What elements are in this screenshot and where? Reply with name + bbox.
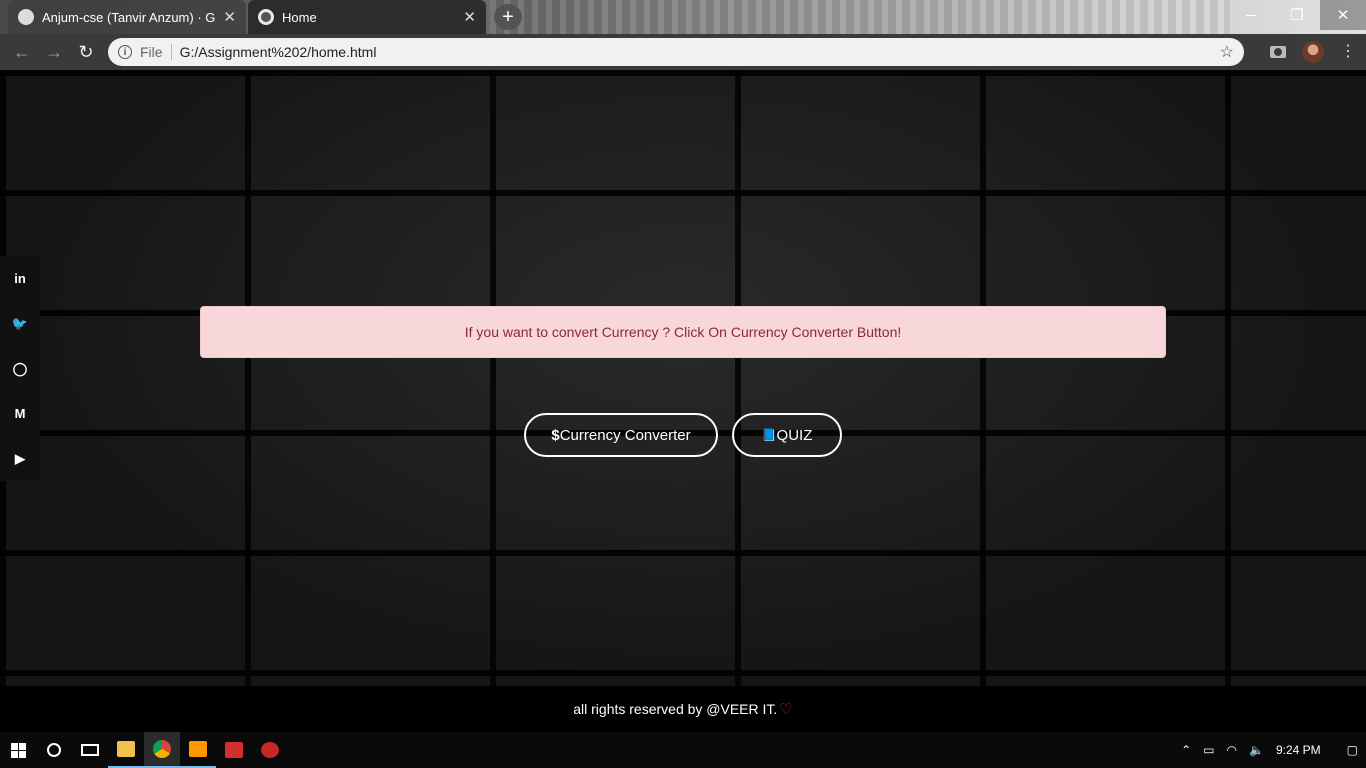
linkedin-icon[interactable]: in — [0, 256, 40, 301]
quiz-button[interactable]: 📘 QUIZ — [732, 413, 842, 457]
chevron-up-icon[interactable]: ⌃ — [1181, 743, 1191, 757]
app-icon — [225, 742, 243, 758]
tab-github[interactable]: Anjum-cse (Tanvir Anzum) · GitHub ✕ — [8, 0, 246, 34]
quiz-label: QUIZ — [776, 426, 813, 444]
browser-toolbar: ← → ↻ i File G:/Assignment%202/home.html… — [0, 34, 1366, 70]
app-icon — [261, 742, 279, 758]
tab-strip-theme-pattern — [490, 0, 1230, 34]
taskbar-sublime-text[interactable] — [180, 732, 216, 768]
github-favicon-icon — [18, 9, 34, 25]
forward-button[interactable]: → — [38, 36, 70, 68]
menu-kebab-icon[interactable]: ⋮ — [1340, 44, 1356, 60]
tab-home[interactable]: Home ✕ — [248, 0, 486, 34]
taskbar-app-5[interactable] — [252, 732, 288, 768]
tab-close-icon[interactable]: ✕ — [463, 8, 476, 26]
window-controls: ─ ❐ ✕ — [1228, 0, 1366, 30]
page-footer: all rights reserved by @VEER IT. ♡ — [0, 686, 1366, 732]
tab-title: Anjum-cse (Tanvir Anzum) · GitHub — [42, 9, 216, 25]
alert-text: If you want to convert Currency ? Click … — [464, 324, 902, 340]
reload-icon: ↻ — [78, 41, 94, 62]
close-window-button[interactable]: ✕ — [1320, 0, 1366, 30]
notifications-icon[interactable]: ▢ — [1347, 743, 1358, 757]
camera-icon[interactable] — [1270, 46, 1286, 58]
social-sidebar: in 🐦 ◯ M ▶ — [0, 256, 40, 481]
tab-close-icon[interactable]: ✕ — [223, 8, 236, 26]
start-button[interactable] — [0, 732, 36, 768]
heart-icon: ♡ — [779, 701, 793, 718]
cortana-circle-icon — [47, 743, 61, 757]
sublime-text-icon — [189, 741, 207, 757]
battery-icon[interactable]: ▭ — [1203, 743, 1214, 757]
taskbar-app-4[interactable] — [216, 732, 252, 768]
page-content: in 🐦 ◯ M ▶ If you want to convert Curren… — [0, 70, 1366, 686]
medium-icon[interactable]: M — [0, 391, 40, 436]
book-icon: 📘 — [761, 428, 777, 442]
clock[interactable]: 9:24 PM — [1276, 743, 1321, 757]
system-tray: ⌃ ▭ ◠ 🔈 9:24 PM ▢ — [1181, 732, 1366, 768]
cortana-button[interactable] — [36, 732, 72, 768]
wifi-icon[interactable]: ◠ — [1227, 743, 1237, 757]
toolbar-right: ⋮ — [1270, 34, 1356, 70]
task-view-button[interactable] — [72, 732, 108, 768]
bookmark-star-icon[interactable]: ☆ — [1220, 42, 1234, 62]
currency-converter-button[interactable]: $ Currency Converter — [524, 413, 718, 457]
info-icon[interactable]: i — [118, 45, 132, 59]
profile-avatar[interactable] — [1302, 41, 1324, 63]
chrome-icon — [153, 740, 171, 758]
volume-icon[interactable]: 🔈 — [1249, 743, 1264, 757]
minimize-button[interactable]: ─ — [1228, 0, 1274, 30]
footer-text: all rights reserved by @VEER IT. — [573, 701, 778, 717]
twitter-icon[interactable]: 🐦 — [0, 301, 40, 346]
windows-taskbar: ⌃ ▭ ◠ 🔈 9:24 PM ▢ — [0, 732, 1366, 768]
task-view-icon — [81, 744, 99, 756]
dollar-icon: $ — [551, 426, 560, 444]
github-icon[interactable]: ◯ — [0, 346, 40, 391]
url-text[interactable]: G:/Assignment%202/home.html — [180, 44, 1212, 60]
back-button[interactable]: ← — [6, 36, 38, 68]
currency-converter-label: Currency Converter — [559, 426, 691, 444]
globe-favicon-icon — [258, 9, 274, 25]
divider — [170, 44, 172, 60]
scheme-label: File — [140, 44, 163, 60]
arrow-left-icon: ← — [13, 41, 31, 62]
windows-logo-icon — [10, 742, 26, 758]
taskbar-chrome[interactable] — [144, 732, 180, 768]
reload-button[interactable]: ↻ — [70, 36, 102, 68]
new-tab-button[interactable]: + — [494, 4, 522, 30]
youtube-icon[interactable]: ▶ — [0, 436, 40, 481]
info-alert: If you want to convert Currency ? Click … — [200, 306, 1166, 358]
tab-title: Home — [282, 9, 317, 25]
address-bar[interactable]: i File G:/Assignment%202/home.html ☆ — [108, 38, 1244, 66]
folder-icon — [117, 741, 135, 757]
arrow-right-icon: → — [45, 41, 63, 62]
restore-button[interactable]: ❐ — [1274, 0, 1320, 30]
tab-strip: Anjum-cse (Tanvir Anzum) · GitHub ✕ Home… — [0, 0, 1366, 34]
taskbar-file-explorer[interactable] — [108, 732, 144, 768]
